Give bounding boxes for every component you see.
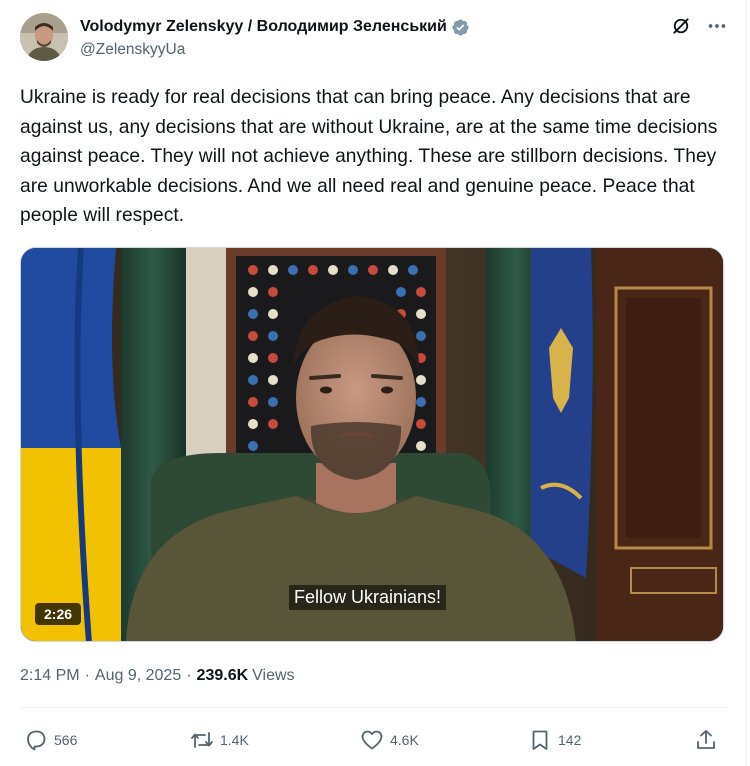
- video-duration: 2:26: [35, 603, 82, 625]
- author-handle[interactable]: @ZelenskyyUa: [80, 41, 470, 59]
- views-count: 239.6K: [196, 667, 249, 684]
- tweet-meta: 2:14 PM · Aug 9, 2025 · 239.6K Views: [20, 667, 295, 685]
- more-options-icon[interactable]: [706, 15, 728, 37]
- tweet-time[interactable]: 2:14 PM: [20, 667, 80, 685]
- verified-badge-icon[interactable]: [451, 18, 470, 37]
- divider: [20, 707, 726, 708]
- grok-icon[interactable]: [670, 15, 692, 37]
- video-subtitle: Fellow Ukrainians!: [289, 585, 447, 610]
- tweet-header: Volodymyr Zelenskyy / Володимир Зеленськ…: [20, 13, 730, 65]
- column-border: [746, 0, 747, 766]
- engagement-bar: 566 1.4K 4.6K 142: [20, 728, 726, 756]
- video-thumbnail: [21, 248, 723, 641]
- repost-button[interactable]: 1.4K: [190, 728, 249, 752]
- meta-separator: ·: [186, 667, 192, 684]
- author-display-name[interactable]: Volodymyr Zelenskyy / Володимир Зеленськ…: [80, 18, 447, 36]
- repost-count: 1.4K: [220, 732, 249, 748]
- bookmark-button[interactable]: 142: [528, 728, 581, 752]
- repost-icon: [191, 732, 213, 748]
- tweet-text: Ukraine is ready for real decisions that…: [20, 87, 718, 226]
- heart-icon: [361, 730, 383, 750]
- like-count: 4.6K: [390, 732, 419, 748]
- share-button[interactable]: [694, 728, 718, 752]
- tweet-date[interactable]: Aug 9, 2025: [95, 667, 181, 685]
- reply-icon: [27, 730, 46, 751]
- like-button[interactable]: 4.6K: [360, 728, 419, 752]
- bookmark-count: 142: [558, 732, 582, 748]
- bookmark-icon: [532, 730, 548, 750]
- reply-button[interactable]: 566: [24, 728, 77, 752]
- reply-count: 566: [54, 732, 78, 748]
- video-player[interactable]: 2:26 Fellow Ukrainians!: [20, 247, 724, 642]
- share-icon: [697, 730, 715, 749]
- meta-separator: ·: [84, 667, 90, 684]
- views-label: Views: [252, 667, 295, 684]
- avatar[interactable]: [20, 13, 68, 61]
